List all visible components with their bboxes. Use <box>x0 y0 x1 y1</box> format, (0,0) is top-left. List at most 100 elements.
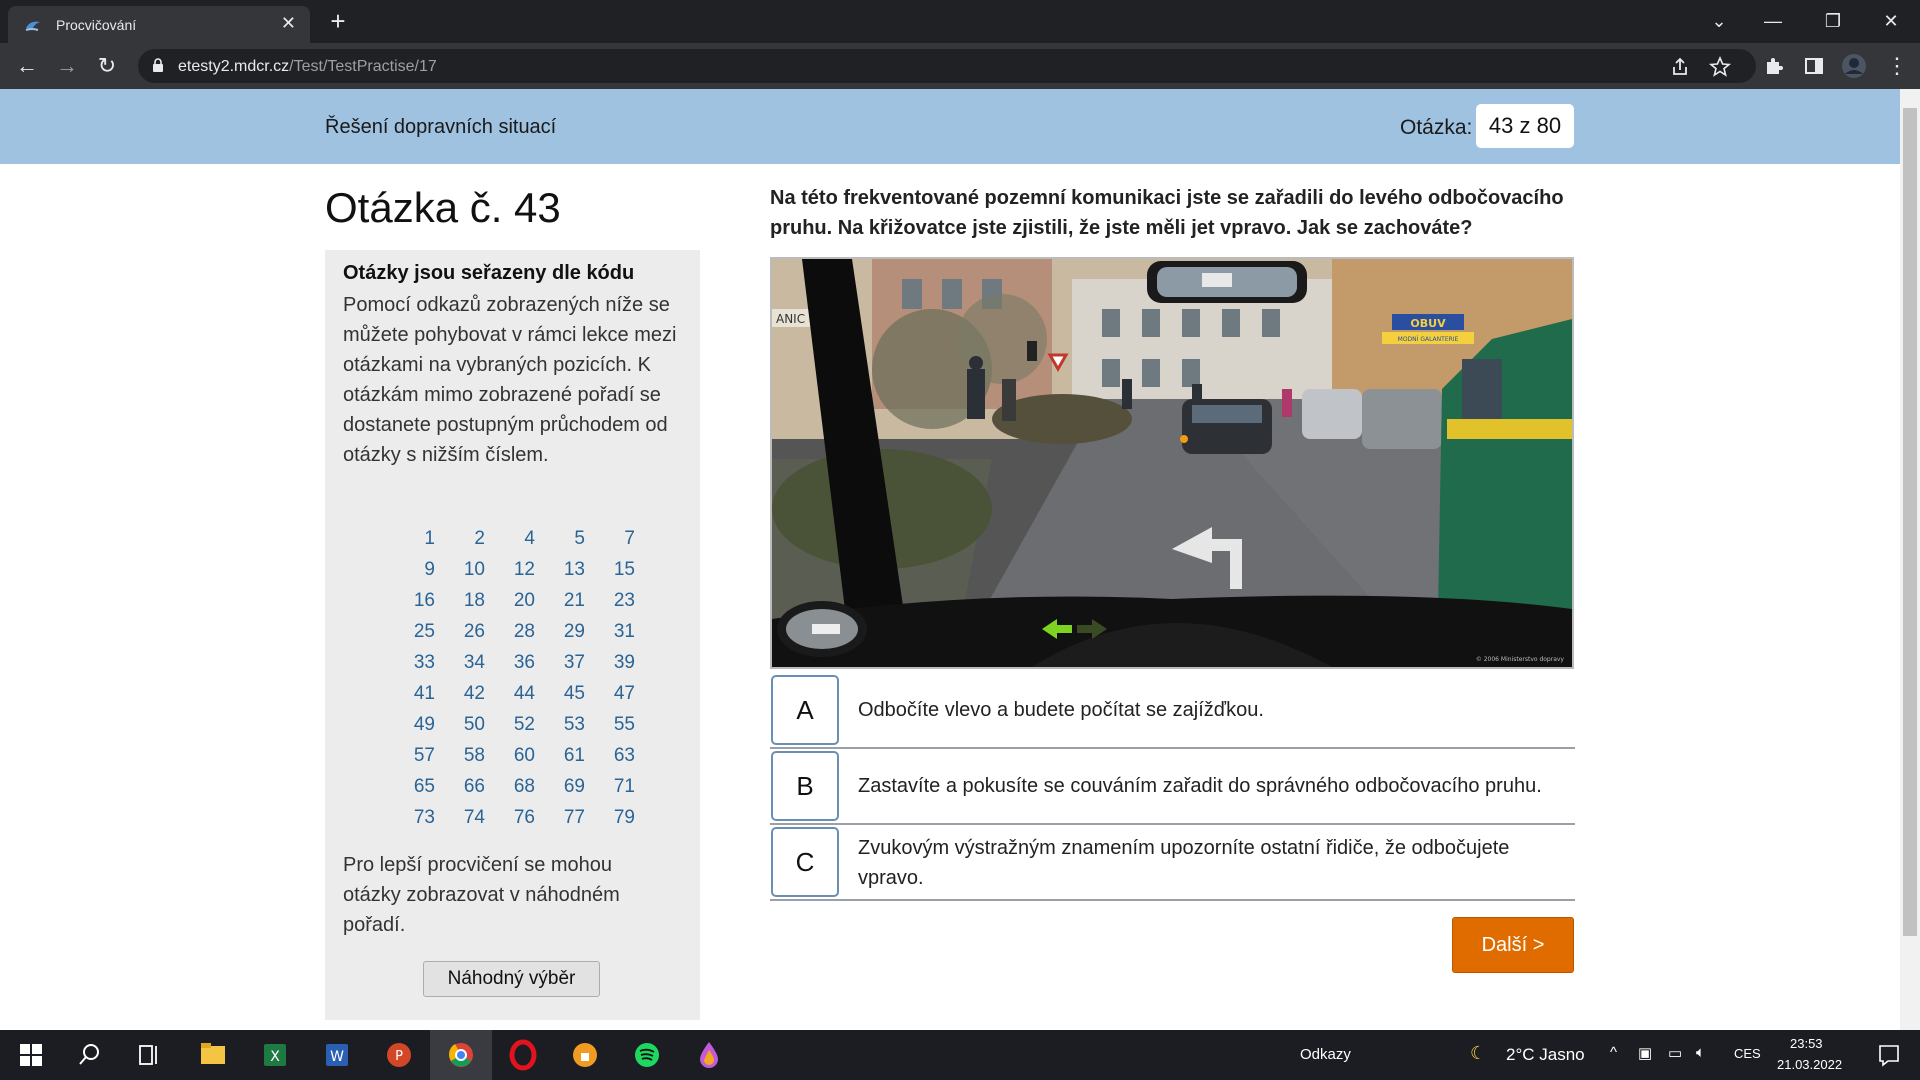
question-number-link[interactable]: 33 <box>385 652 435 683</box>
tab-close-icon[interactable]: ✕ <box>281 13 296 34</box>
notifications-icon[interactable] <box>1858 1030 1920 1080</box>
side-panel-icon[interactable] <box>1800 52 1828 80</box>
question-number-link[interactable]: 57 <box>385 745 435 776</box>
opera-icon[interactable] <box>492 1030 554 1080</box>
question-number-link[interactable]: 36 <box>485 652 535 683</box>
scrollbar-thumb[interactable] <box>1903 108 1917 936</box>
volume-icon[interactable]: 🔈︎ <box>1696 1044 1705 1061</box>
question-number-link[interactable]: 79 <box>585 807 635 838</box>
answer-text[interactable]: Odbočíte vlevo a budete počítat se zajíž… <box>858 695 1568 725</box>
restore-icon[interactable]: ❐ <box>1810 4 1856 38</box>
answer-letter[interactable]: C <box>771 827 839 897</box>
excel-icon[interactable]: X <box>244 1030 306 1080</box>
powerpoint-icon[interactable]: P <box>368 1030 430 1080</box>
network-icon[interactable]: ▣ <box>1638 1044 1652 1062</box>
clock-time[interactable]: 23:53 <box>1790 1036 1823 1051</box>
color-drop-icon[interactable] <box>678 1030 740 1080</box>
question-number-link[interactable]: 34 <box>435 652 485 683</box>
question-number-link[interactable]: 7 <box>585 528 635 559</box>
question-number-link[interactable]: 41 <box>385 683 435 714</box>
question-number-link[interactable]: 23 <box>585 590 635 621</box>
question-number-link[interactable]: 25 <box>385 621 435 652</box>
answer-option-c[interactable]: C Zvukovým výstražným znamením upozornít… <box>770 825 1575 901</box>
answer-option-a[interactable]: A Odbočíte vlevo a budete počítat se zaj… <box>770 673 1575 749</box>
new-tab-icon[interactable]: + <box>326 6 350 37</box>
weather-text[interactable]: 2°C Jasno <box>1506 1045 1585 1065</box>
word-icon[interactable]: W <box>306 1030 368 1080</box>
answer-text[interactable]: Zastavíte a pokusíte se couváním zařadit… <box>858 771 1568 801</box>
question-number-link[interactable]: 45 <box>535 683 585 714</box>
menu-icon[interactable]: ⋮ <box>1882 51 1912 81</box>
tab-search-icon[interactable]: ⌄ <box>1696 4 1742 38</box>
battery-icon[interactable]: ▭ <box>1668 1044 1682 1062</box>
answer-option-b[interactable]: B Zastavíte a pokusíte se couváním zařad… <box>770 749 1575 825</box>
vpn-shield-icon[interactable] <box>554 1030 616 1080</box>
question-number-link[interactable]: 66 <box>435 776 485 807</box>
forward-icon[interactable]: → <box>52 51 82 81</box>
question-number-link[interactable]: 29 <box>535 621 585 652</box>
address-bar[interactable]: etesty2.mdcr.cz/Test/TestPractise/17 <box>138 49 1756 83</box>
question-number-link[interactable]: 63 <box>585 745 635 776</box>
extensions-icon[interactable] <box>1760 52 1788 80</box>
answer-letter[interactable]: B <box>771 751 839 821</box>
reload-icon[interactable]: ↻ <box>92 51 122 81</box>
question-number-link[interactable]: 60 <box>485 745 535 776</box>
question-number-link[interactable]: 77 <box>535 807 585 838</box>
answer-letter[interactable]: A <box>771 675 839 745</box>
question-number-link[interactable]: 13 <box>535 559 585 590</box>
question-number-link[interactable]: 10 <box>435 559 485 590</box>
question-number-link[interactable]: 55 <box>585 714 635 745</box>
question-number-link[interactable]: 28 <box>485 621 535 652</box>
minimize-icon[interactable]: — <box>1750 4 1796 38</box>
moon-weather-icon[interactable]: ☾ <box>1470 1043 1486 1064</box>
question-number-link[interactable]: 5 <box>535 528 585 559</box>
language-indicator[interactable]: CES <box>1734 1046 1761 1061</box>
windows-start-icon[interactable] <box>0 1030 62 1080</box>
bookmark-star-icon[interactable] <box>1706 53 1734 81</box>
share-icon[interactable] <box>1666 53 1694 81</box>
question-number-link[interactable]: 39 <box>585 652 635 683</box>
browser-tab[interactable]: Procvičování ✕ <box>8 6 310 43</box>
question-number-link[interactable]: 15 <box>585 559 635 590</box>
question-number-link[interactable]: 52 <box>485 714 535 745</box>
question-number-link[interactable]: 42 <box>435 683 485 714</box>
question-number-link[interactable]: 18 <box>435 590 485 621</box>
question-number-link[interactable]: 58 <box>435 745 485 776</box>
question-number-link[interactable]: 2 <box>435 528 485 559</box>
question-number-link[interactable]: 4 <box>485 528 535 559</box>
clock-date[interactable]: 21.03.2022 <box>1777 1057 1842 1072</box>
question-number-link[interactable]: 26 <box>435 621 485 652</box>
links-toolbar-label[interactable]: Odkazy <box>1300 1046 1351 1063</box>
random-selection-button[interactable]: Náhodný výběr <box>423 961 600 997</box>
question-number-link[interactable]: 12 <box>485 559 535 590</box>
question-number-link[interactable]: 61 <box>535 745 585 776</box>
question-number-link[interactable]: 20 <box>485 590 535 621</box>
question-number-link[interactable]: 44 <box>485 683 535 714</box>
task-view-icon[interactable] <box>118 1030 180 1080</box>
question-number-link[interactable]: 69 <box>535 776 585 807</box>
back-icon[interactable]: ← <box>12 51 42 81</box>
question-number-link[interactable]: 47 <box>585 683 635 714</box>
question-number-link[interactable]: 71 <box>585 776 635 807</box>
question-number-link[interactable]: 74 <box>435 807 485 838</box>
search-icon[interactable] <box>58 1030 120 1080</box>
next-question-button[interactable]: Další > <box>1452 917 1574 973</box>
question-number-link[interactable]: 9 <box>385 559 435 590</box>
chrome-icon[interactable] <box>430 1030 492 1080</box>
answer-text[interactable]: Zvukovým výstražným znamením upozorníte … <box>858 833 1568 893</box>
question-number-link[interactable]: 1 <box>385 528 435 559</box>
question-number-link[interactable]: 76 <box>485 807 535 838</box>
question-number-link[interactable]: 65 <box>385 776 435 807</box>
question-number-link[interactable]: 37 <box>535 652 585 683</box>
question-number-link[interactable]: 49 <box>385 714 435 745</box>
question-number-link[interactable]: 53 <box>535 714 585 745</box>
question-number-link[interactable]: 21 <box>535 590 585 621</box>
question-number-link[interactable]: 50 <box>435 714 485 745</box>
question-number-link[interactable]: 68 <box>485 776 535 807</box>
file-explorer-icon[interactable] <box>182 1030 244 1080</box>
window-close-icon[interactable]: ✕ <box>1868 4 1914 38</box>
question-number-link[interactable]: 73 <box>385 807 435 838</box>
profile-avatar-icon[interactable] <box>1840 52 1868 80</box>
spotify-icon[interactable] <box>616 1030 678 1080</box>
tray-expand-icon[interactable]: ^ <box>1610 1044 1617 1061</box>
